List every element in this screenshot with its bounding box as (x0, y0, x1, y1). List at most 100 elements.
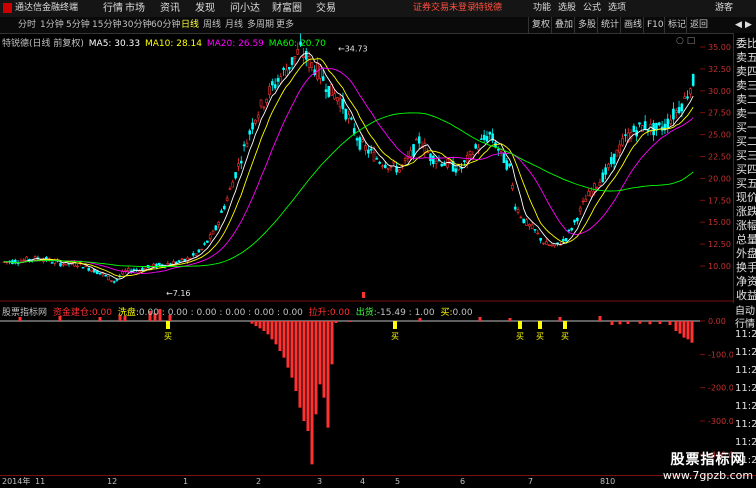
candle-body (197, 249, 201, 253)
candle-body (409, 150, 413, 157)
fund-bar-pos (508, 318, 512, 321)
period-30min[interactable]: 30分钟 (122, 17, 151, 33)
candle-body (655, 122, 658, 131)
candle-body (519, 216, 523, 219)
fund-bar (290, 321, 294, 378)
candle-body (234, 172, 237, 179)
candle-body (595, 186, 599, 189)
toolbar-duogu[interactable]: 多股 (574, 17, 599, 33)
chart-corner-buttons[interactable]: ○ □ (676, 36, 695, 46)
period-more[interactable]: 更多 (276, 17, 294, 33)
fund-bar (610, 321, 614, 325)
candle-body (237, 163, 240, 167)
fund-bar (258, 321, 262, 329)
time-tick: 5 (395, 477, 401, 486)
stock-link[interactable]: 特锐德 (475, 0, 502, 17)
menu-xuanxiang[interactable]: 选项 (608, 0, 626, 17)
fund-bar (322, 321, 326, 398)
menu-caifuquan[interactable]: 财富圈 (272, 0, 302, 17)
time-tick: 3 (317, 477, 323, 486)
sub-tick-label: -300.00 (708, 417, 733, 426)
fund-bar (626, 321, 630, 324)
candle-body (426, 151, 429, 154)
fund-bar (648, 321, 652, 325)
period-fenshi[interactable]: 分时 (18, 17, 36, 33)
candle-body (223, 205, 226, 210)
candle-body (321, 76, 325, 81)
fund-bar (678, 321, 682, 334)
title-bar: 通达信金融终端 行情 市场 资讯 发现 问小达 财富圈 交易 证券交易未登录 特… (0, 0, 756, 18)
mai-value: 0.00 (452, 308, 473, 318)
menu-jiaoyi[interactable]: 交易 (316, 0, 336, 17)
candle-body (680, 103, 684, 112)
fund-bar (250, 321, 254, 324)
candle-body (480, 138, 483, 140)
fund-bar (298, 321, 302, 408)
candle-body (542, 242, 545, 245)
period-daily[interactable]: 日线 (181, 17, 199, 33)
candle-body (677, 107, 681, 114)
candle-body (296, 49, 300, 55)
toolbar-fuquan[interactable]: 复权 (528, 17, 553, 33)
candle-body (112, 281, 116, 283)
fund-bar (618, 321, 622, 325)
menu-hangqing[interactable]: 行情 (103, 0, 123, 17)
guest-label[interactable]: 游客 (715, 0, 733, 17)
candle-body (358, 137, 362, 150)
app-title: 通达信金融终端 (15, 3, 79, 13)
candle-body (369, 148, 373, 151)
candle-body (104, 275, 107, 277)
fund-bar (306, 321, 310, 431)
login-notice[interactable]: 证券交易未登录 (413, 0, 476, 17)
toolbar-back[interactable]: 返回 (686, 17, 711, 33)
kline-chart[interactable]: 35.00 32.50 30.00 27.50 25.00 22.50 20.00 17.50… (0, 33, 733, 475)
menu-zixun[interactable]: 资讯 (160, 0, 180, 17)
menu-faxian[interactable]: 发现 (195, 0, 215, 17)
fund-bar (690, 321, 694, 343)
period-1min[interactable]: 1分钟 (40, 17, 64, 33)
period-15min[interactable]: 15分钟 (92, 17, 121, 33)
candle-body (474, 144, 477, 149)
candle-body (533, 229, 537, 231)
period-60min[interactable]: 60分钟 (151, 17, 180, 33)
candle-body (384, 164, 387, 169)
menu-shichang[interactable]: 市场 (125, 0, 145, 17)
candle-body (612, 153, 616, 164)
period-monthly[interactable]: 月线 (225, 17, 243, 33)
sub-time-label: 11:29 (735, 365, 756, 376)
candle-body (440, 163, 444, 167)
candle-body (206, 240, 209, 243)
candle-body (115, 279, 119, 281)
toolbar-huaxian[interactable]: 画线 (620, 17, 645, 33)
watermark-logo: 股票指标网 www.7gpzb.com (662, 449, 754, 485)
candle-body (287, 66, 291, 70)
buy-marker-bar (393, 321, 397, 329)
candle-body (166, 263, 170, 265)
period-weekly[interactable]: 周线 (203, 17, 221, 33)
menu-xuangu[interactable]: 选股 (558, 0, 576, 17)
candle-body (248, 130, 252, 135)
toolbar-diejia[interactable]: 叠加 (551, 17, 576, 33)
fund-bar (274, 321, 278, 345)
fund-bar (270, 321, 274, 340)
price-tick-label: 17.50 (708, 196, 731, 205)
fund-bar (282, 321, 286, 358)
menu-wenxiaoda[interactable]: 问小达 (230, 0, 260, 17)
scroll-right-icon[interactable]: ▶ (745, 17, 752, 33)
candle-body (666, 118, 670, 128)
sub-quote-label[interactable]: 行情 (735, 315, 755, 330)
menu-gongshi[interactable]: 公式 (583, 0, 601, 17)
ma10-label: MA10: 28.14 (144, 39, 202, 49)
candle-body (344, 108, 348, 120)
toolbar-tongji[interactable]: 统计 (597, 17, 622, 33)
period-5min[interactable]: 5分钟 (66, 17, 90, 33)
menu-gongneng[interactable]: 功能 (533, 0, 551, 17)
flag-marker (362, 292, 365, 298)
candle-body (375, 158, 379, 160)
period-multi[interactable]: 多周期 (247, 17, 274, 33)
candle-body (335, 97, 339, 102)
sub-name-label: 股票指标网 (2, 308, 48, 318)
scroll-left-icon[interactable]: ◀ (735, 17, 742, 33)
candle-body (669, 119, 672, 124)
ma10-line (4, 58, 694, 277)
